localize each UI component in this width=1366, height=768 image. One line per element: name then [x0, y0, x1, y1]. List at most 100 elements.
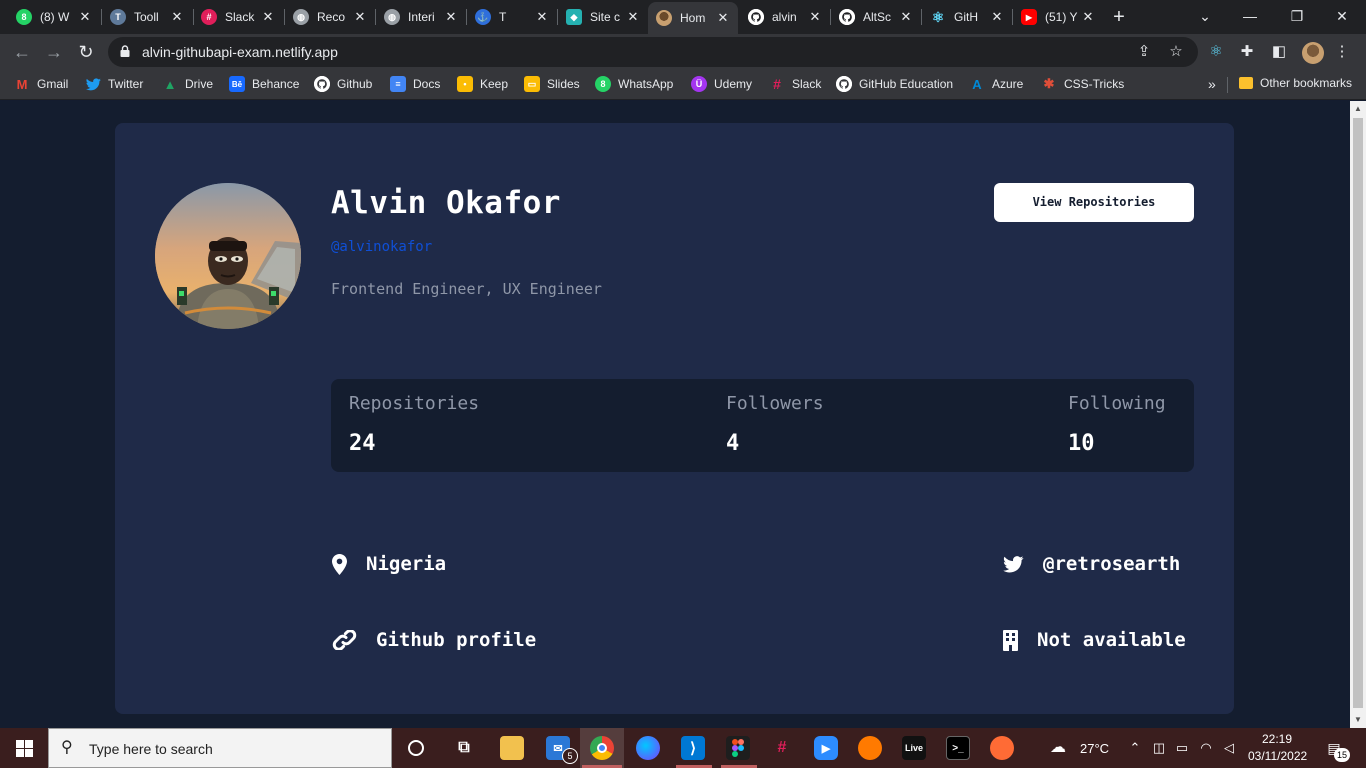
battery-icon[interactable]: ▭	[1174, 740, 1190, 756]
chevron-up-icon[interactable]: ⌃	[1127, 740, 1143, 756]
bookmark-star-icon[interactable]: ☆	[1166, 42, 1186, 62]
close-icon[interactable]: ✕	[261, 9, 275, 25]
close-icon[interactable]: ✕	[808, 9, 822, 25]
tab-title: Tooll	[134, 10, 159, 24]
new-tab-button[interactable]: +	[1108, 6, 1130, 28]
followers-label: Followers	[726, 393, 824, 414]
weather-temperature[interactable]: 27°C	[1080, 741, 1109, 756]
postman-icon[interactable]	[990, 736, 1014, 760]
page-scrollbar[interactable]: ▲ ▼	[1350, 101, 1366, 728]
bookmark-css-tricks[interactable]: ✱ CSS-Tricks	[1041, 76, 1125, 92]
slack-app-icon[interactable]: #	[770, 736, 794, 760]
url-text: alvin-githubapi-exam.netlify.app	[142, 44, 338, 60]
file-explorer-icon[interactable]	[500, 736, 524, 760]
close-icon[interactable]: ✕	[990, 9, 1004, 25]
browser-tab[interactable]: # Slack ✕	[193, 4, 283, 30]
bookmark-github[interactable]: Github	[314, 76, 372, 92]
close-icon[interactable]: ✕	[444, 9, 458, 25]
website-row[interactable]: Github profile	[331, 629, 536, 651]
restore-button[interactable]: ❐	[1285, 5, 1309, 27]
tab-title: Interi	[408, 10, 435, 24]
tab-title: (8) W	[40, 10, 70, 24]
bookmark-whatsapp[interactable]: 8 WhatsApp	[595, 76, 673, 92]
bookmark-behance[interactable]: Bē Behance	[229, 76, 299, 92]
bookmark-twitter[interactable]: Twitter	[85, 76, 143, 92]
close-icon[interactable]: ✕	[353, 9, 367, 25]
scroll-thumb[interactable]	[1353, 118, 1363, 708]
profile-avatar-button[interactable]	[1302, 42, 1324, 64]
extensions-icon[interactable]: ✚	[1237, 42, 1257, 62]
bookmark-drive[interactable]: ▲ Drive	[162, 76, 213, 92]
tab-search-icon[interactable]: ⌄	[1193, 5, 1217, 27]
figma-icon[interactable]	[726, 736, 750, 760]
close-icon[interactable]: ✕	[716, 10, 730, 26]
location-pin-icon	[331, 553, 347, 575]
profile-handle-link[interactable]: @alvinokafor	[331, 239, 432, 255]
react-devtools-icon[interactable]: ⚛	[1206, 42, 1226, 62]
cortana-icon[interactable]	[404, 736, 428, 760]
back-button[interactable]: ←	[10, 40, 34, 64]
company-text: Not available	[1037, 629, 1186, 651]
address-bar[interactable]: alvin-githubapi-exam.netlify.app ⇪ ☆	[108, 37, 1198, 67]
bookmark-slides[interactable]: ▭ Slides	[524, 76, 580, 92]
fl-studio-icon[interactable]	[858, 736, 882, 760]
browser-tab[interactable]: ▶ (51) Y ✕	[1013, 4, 1103, 30]
bookmark-slack[interactable]: # Slack	[769, 76, 821, 92]
profile-name: Alvin Okafor	[331, 185, 561, 221]
bookmark-gmail[interactable]: M Gmail	[14, 76, 69, 92]
bookmark-udemy[interactable]: Ü Udemy	[691, 76, 752, 92]
location-text: Nigeria	[366, 553, 447, 575]
side-panel-icon[interactable]: ◧	[1269, 42, 1289, 62]
browser-tab[interactable]: ◍ Interi ✕	[376, 4, 466, 30]
close-icon[interactable]: ✕	[626, 9, 640, 25]
clock-time[interactable]: 22:19	[1262, 732, 1292, 746]
twitter-row[interactable]: @retrosearth	[1002, 553, 1180, 575]
scroll-up-arrow-icon[interactable]: ▲	[1350, 101, 1366, 117]
chrome-icon[interactable]	[590, 736, 614, 760]
scroll-down-arrow-icon[interactable]: ▼	[1350, 712, 1366, 728]
vscode-icon[interactable]: ⟩	[681, 736, 705, 760]
bookmark-azure[interactable]: A Azure	[969, 76, 1023, 92]
forward-button[interactable]: →	[42, 40, 66, 64]
view-repositories-button[interactable]: View Repositories	[994, 183, 1194, 222]
bookmark-docs[interactable]: ≡ Docs	[390, 76, 440, 92]
reload-button[interactable]: ↻	[74, 40, 98, 64]
task-view-icon[interactable]: ⧉	[452, 736, 476, 760]
browser-tab[interactable]: 8 (8) W ✕	[8, 4, 100, 30]
bookmarks-overflow-button[interactable]: »	[1208, 76, 1216, 92]
browser-tab[interactable]: ◍ Reco ✕	[285, 4, 375, 30]
close-icon[interactable]: ✕	[78, 9, 92, 25]
close-icon[interactable]: ✕	[535, 9, 549, 25]
close-icon[interactable]: ✕	[170, 9, 184, 25]
browser-tab[interactable]: AltSc ✕	[831, 4, 921, 30]
share-icon[interactable]: ⇪	[1134, 42, 1154, 62]
terminal-icon[interactable]: >_	[946, 736, 970, 760]
ableton-live-icon[interactable]: Live	[902, 736, 926, 760]
firefox-developer-icon[interactable]	[636, 736, 660, 760]
browser-tab[interactable]: ⚛ GitH ✕	[922, 4, 1012, 30]
browser-tab-active[interactable]: Hom ✕	[648, 2, 738, 34]
meet-now-icon[interactable]: ◫	[1151, 740, 1167, 756]
browser-tab[interactable]: alvin ✕	[740, 4, 830, 30]
menu-icon[interactable]: ⋮	[1332, 42, 1352, 62]
close-window-button[interactable]: ✕	[1330, 5, 1354, 27]
close-icon[interactable]: ✕	[899, 9, 913, 25]
bookmark-github-education[interactable]: GitHub Education	[836, 76, 953, 92]
close-icon[interactable]: ✕	[1081, 9, 1095, 25]
browser-tab[interactable]: ◆ Site c ✕	[558, 4, 648, 30]
bookmark-label: Slides	[547, 77, 580, 91]
netlify-icon: ◆	[566, 9, 582, 25]
volume-icon[interactable]: ◁	[1221, 740, 1237, 756]
bookmark-other[interactable]: Other bookmarks	[1239, 76, 1352, 90]
start-button[interactable]	[0, 728, 48, 768]
clock-date[interactable]: 03/11/2022	[1248, 749, 1307, 763]
taskbar-search-box[interactable]: ⚲ Type here to search	[48, 728, 392, 768]
office-building-icon	[1002, 629, 1018, 651]
browser-tab[interactable]: T Tooll ✕	[102, 4, 192, 30]
weather-icon[interactable]: ☁	[1050, 740, 1066, 756]
wifi-icon[interactable]: ◠	[1198, 740, 1214, 756]
zoom-icon[interactable]: ▶	[814, 736, 838, 760]
bookmark-keep[interactable]: • Keep	[457, 76, 508, 92]
browser-tab[interactable]: ⚓ T ✕	[467, 4, 557, 30]
minimize-button[interactable]: —	[1238, 5, 1262, 27]
